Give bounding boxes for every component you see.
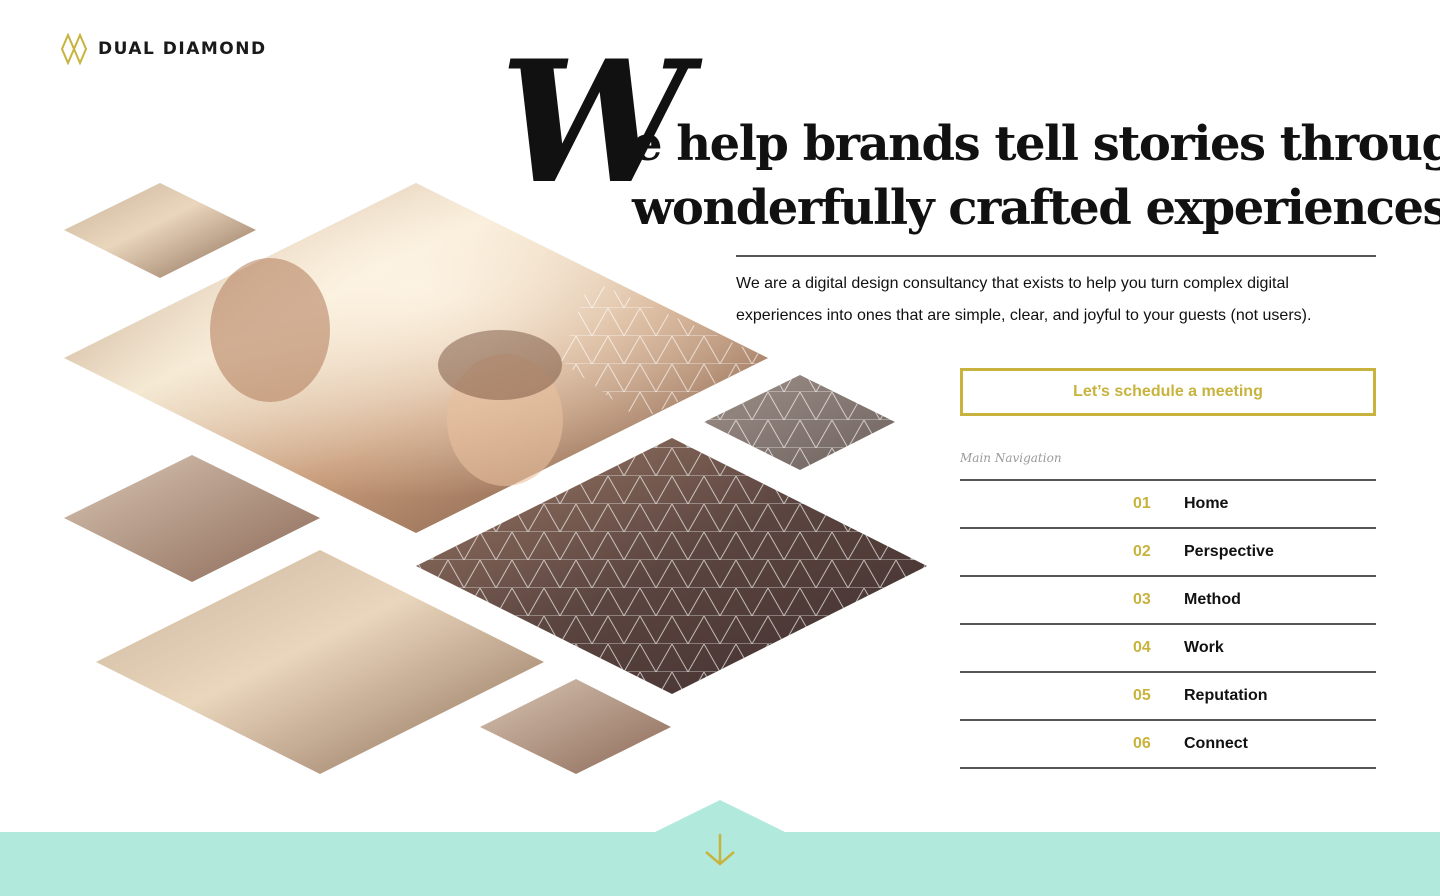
nav-item-number: 06 — [1133, 735, 1151, 752]
nav-item-home[interactable]: 01 Home — [960, 481, 1376, 529]
nav-item-work[interactable]: 04 Work — [960, 625, 1376, 673]
down-arrow-icon[interactable] — [702, 832, 738, 868]
nav-item-number: 05 — [1133, 687, 1151, 704]
nav-item-connect[interactable]: 06 Connect — [960, 721, 1376, 769]
nav-item-number: 04 — [1133, 639, 1151, 656]
nav-item-reputation[interactable]: 05 Reputation — [960, 673, 1376, 721]
nav-item-perspective[interactable]: 02 Perspective — [960, 529, 1376, 577]
collage-tile-left-middle — [64, 455, 320, 582]
collage-tile-top-left — [64, 183, 256, 278]
schedule-meeting-button[interactable]: Let’s schedule a meeting — [960, 368, 1376, 416]
nav-item-number: 01 — [1133, 495, 1151, 512]
headline-line-2: wonderfully crafted experiences. — [632, 180, 1440, 236]
main-navigation: 01 Home 02 Perspective 03 Method 04 Work… — [960, 479, 1376, 769]
nav-item-label: Reputation — [1184, 687, 1268, 704]
page-headline: e help brands tell stories through wonde… — [632, 112, 1440, 240]
nav-item-label: Method — [1184, 591, 1241, 608]
nav-item-number: 02 — [1133, 543, 1151, 560]
nav-item-number: 03 — [1133, 591, 1151, 608]
intro-paragraph: We are a digital design consultancy that… — [736, 275, 1312, 324]
collage-tile-bottom-small — [480, 679, 671, 774]
nav-heading: Main Navigation — [960, 451, 1062, 465]
nav-item-method[interactable]: 03 Method — [960, 577, 1376, 625]
nav-item-label: Perspective — [1184, 543, 1274, 560]
footer-tab — [655, 800, 785, 832]
headline-line-1: e help brands tell stories through — [632, 116, 1440, 172]
nav-item-label: Home — [1184, 495, 1229, 512]
nav-item-label: Work — [1184, 639, 1224, 656]
headline-divider — [736, 255, 1376, 257]
nav-item-label: Connect — [1184, 735, 1248, 752]
